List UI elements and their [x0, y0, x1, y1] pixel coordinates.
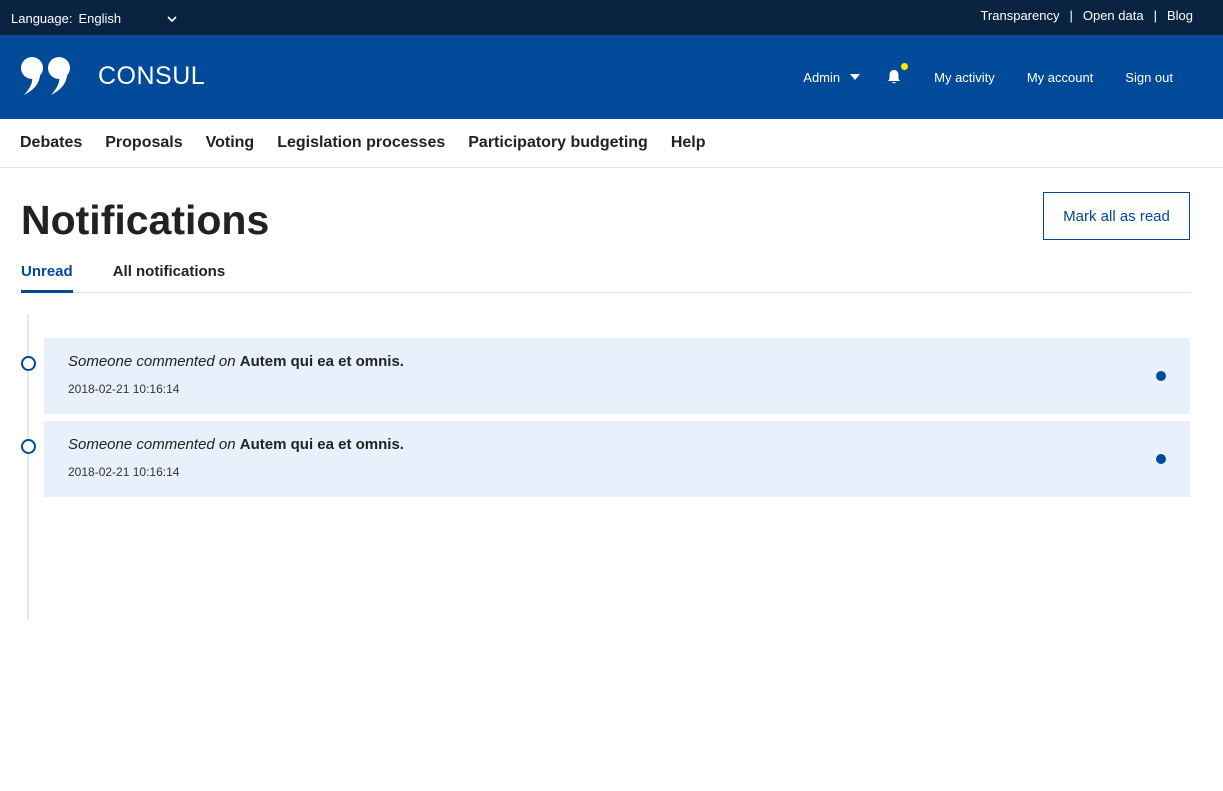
notification-text: Someone commented on Autem qui ea et omn…	[68, 436, 404, 453]
notification-item[interactable]: Someone commented on Autem qui ea et omn…	[44, 421, 1190, 497]
open-data-link[interactable]: Open data	[1083, 8, 1144, 23]
main-navigation: Debates Proposals Voting Legislation pro…	[0, 119, 1223, 168]
language-label: Language:	[11, 11, 73, 26]
admin-menu[interactable]: Admin	[803, 69, 861, 85]
language-select[interactable]: English	[78, 11, 178, 26]
separator: |	[1153, 8, 1157, 23]
timeline-node	[21, 356, 36, 371]
mark-all-as-read-button[interactable]: Mark all as read	[1043, 192, 1190, 240]
logo[interactable]: CONSUL	[20, 56, 205, 96]
notifications-bell[interactable]	[886, 63, 909, 85]
user-nav: Admin My activity My account Sign out	[803, 35, 1173, 119]
site-header: CONSUL Admin My activity My account Sign…	[0, 35, 1223, 119]
mark-as-read-dot[interactable]	[1156, 371, 1166, 381]
tab-all-notifications[interactable]: All notifications	[113, 261, 226, 293]
tab-unread[interactable]: Unread	[21, 261, 73, 293]
language-value: English	[78, 11, 122, 26]
language-selector: Language: English	[11, 11, 178, 26]
separator: |	[1069, 8, 1073, 23]
admin-label: Admin	[803, 69, 841, 85]
page-title: Notifications	[21, 197, 270, 243]
notification-date: 2018-02-21 10:16:14	[68, 382, 180, 396]
bell-icon	[888, 70, 901, 84]
notification-title[interactable]: Autem qui ea et omnis.	[240, 436, 404, 453]
top-links: Transparency | Open data | Blog	[980, 8, 1193, 23]
brand-name: CONSUL	[98, 61, 206, 90]
my-account-link[interactable]: My account	[1027, 70, 1093, 85]
nav-help[interactable]: Help	[671, 134, 706, 152]
notification-item[interactable]: Someone commented on Autem qui ea et omn…	[44, 338, 1190, 414]
notification-tabs: Unread All notifications	[21, 261, 1191, 293]
notification-actor: Someone commented on	[68, 353, 236, 370]
notification-date: 2018-02-21 10:16:14	[68, 465, 180, 479]
caret-down-icon	[850, 74, 861, 80]
top-utility-bar: Language: English Transparency | Open da…	[0, 0, 1223, 35]
chevron-down-icon	[167, 15, 178, 22]
nav-debates[interactable]: Debates	[20, 134, 82, 152]
quote-logo-icon	[21, 57, 70, 95]
sign-out-link[interactable]: Sign out	[1125, 70, 1173, 85]
nav-legislation-processes[interactable]: Legislation processes	[277, 134, 445, 152]
my-activity-link[interactable]: My activity	[934, 70, 995, 85]
new-notification-dot	[901, 63, 909, 70]
notification-text: Someone commented on Autem qui ea et omn…	[68, 353, 404, 370]
nav-voting[interactable]: Voting	[206, 134, 255, 152]
notification-actor: Someone commented on	[68, 436, 236, 453]
notification-title[interactable]: Autem qui ea et omnis.	[240, 353, 404, 370]
mark-as-read-dot[interactable]	[1156, 454, 1166, 464]
transparency-link[interactable]: Transparency	[980, 8, 1059, 23]
blog-link[interactable]: Blog	[1167, 8, 1193, 23]
timeline-node	[21, 439, 36, 454]
nav-proposals[interactable]: Proposals	[105, 134, 182, 152]
nav-participatory-budgeting[interactable]: Participatory budgeting	[468, 134, 648, 152]
